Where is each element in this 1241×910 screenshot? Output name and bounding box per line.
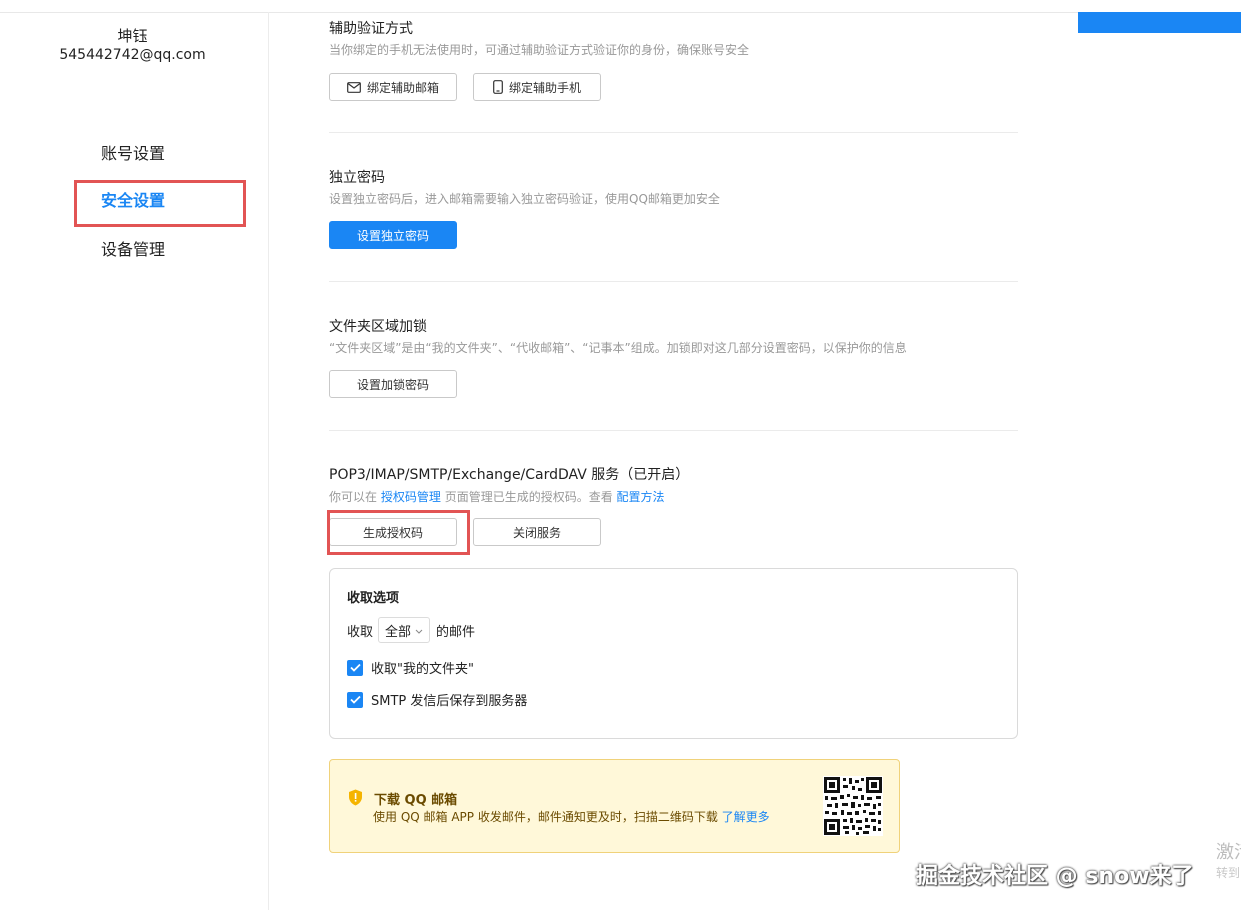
nav-highlight-box [74,180,246,227]
set-independent-pwd-button[interactable]: 设置独立密码 [329,221,457,249]
pop3-desc-mid: 页面管理已生成的授权码。查看 [444,490,613,504]
set-lock-pwd-button[interactable]: 设置加锁密码 [329,370,457,398]
pop3-desc-prefix: 你可以在 [329,490,378,504]
aux-verify-desc: 当你绑定的手机无法使用时，可通过辅助验证方式验证你的身份，确保账号安全 [329,43,750,57]
close-service-button[interactable]: 关闭服务 [473,518,601,546]
receive-my-folder-checkbox[interactable] [347,659,363,676]
nav-item-device-management[interactable]: 设备管理 [101,236,165,260]
nav-item-account-settings[interactable]: 账号设置 [101,140,165,164]
phone-icon [493,80,503,94]
smtp-save-row: SMTP 发信后保存到服务器 [347,690,527,709]
section-divider [329,281,1018,282]
user-email: 545442742@qq.com [59,47,206,63]
receive-my-folder-label: 收取"我的文件夹" [371,662,474,677]
receive-options-title: 收取选项 [347,591,400,606]
promo-desc: 使用 QQ 邮箱 APP 收发邮件，邮件通知更及时，扫描二维码下载 了解更多 [373,808,770,825]
smtp-save-checkbox[interactable] [347,691,363,708]
independent-pwd-desc: 设置独立密码后，进入邮箱需要输入独立密码验证，使用QQ邮箱更加安全 [329,192,720,206]
chevron-down-icon [415,623,423,638]
watermark-text: 掘金技术社区 @ snow来了 [916,864,1194,889]
bind-aux-email-button[interactable]: 绑定辅助邮箱 [329,73,457,101]
sidebar-divider [268,12,269,910]
smtp-save-label: SMTP 发信后保存到服务器 [371,694,528,709]
generate-button-highlight-box [327,510,470,555]
receive-suffix: 的邮件 [436,624,476,640]
receive-scope-value: 全部 [385,624,412,640]
config-method-link[interactable]: 配置方法 [617,490,665,504]
mail-icon [347,81,361,93]
folder-lock-title: 文件夹区域加锁 [329,319,427,335]
folder-lock-desc: “文件夹区域”是由“我的文件夹”、“代收邮箱”、“记事本”组成。加锁即对这几部分… [329,341,907,355]
section-divider [329,430,1018,431]
receive-my-folder-row: 收取"我的文件夹" [347,658,474,677]
bind-aux-phone-button[interactable]: 绑定辅助手机 [473,73,601,101]
aux-verify-title: 辅助验证方式 [329,21,413,37]
user-name: 坤钰 [117,27,148,45]
learn-more-link[interactable]: 了解更多 [722,810,770,824]
promo-desc-text: 使用 QQ 邮箱 APP 收发邮件，邮件通知更及时，扫描二维码下载 [373,810,718,824]
qr-code-icon [823,776,883,836]
pop3-service-title: POP3/IMAP/SMTP/Exchange/CardDAV 服务（已开启） [329,467,690,483]
top-blue-bar [1078,12,1241,33]
activate-windows-sub: 转到 [1216,866,1241,880]
top-border [0,12,1241,13]
pop3-service-desc: 你可以在 授权码管理 页面管理已生成的授权码。查看 配置方法 [329,488,665,505]
bind-aux-phone-label: 绑定辅助手机 [508,80,581,95]
receive-scope-select[interactable]: 全部 [378,617,431,643]
section-divider [329,132,1018,133]
receive-scope-row: 收取 全部 的邮件 [347,617,475,643]
receive-prefix: 收取 [347,624,374,640]
auth-code-management-link[interactable]: 授权码管理 [381,490,441,504]
receive-options-panel [329,568,1018,739]
shield-icon [348,789,363,810]
independent-pwd-title: 独立密码 [329,170,385,186]
activate-windows-title: 激活 [1216,842,1241,863]
bind-aux-email-label: 绑定辅助邮箱 [366,80,439,95]
promo-title: 下载 QQ 邮箱 [374,793,458,808]
